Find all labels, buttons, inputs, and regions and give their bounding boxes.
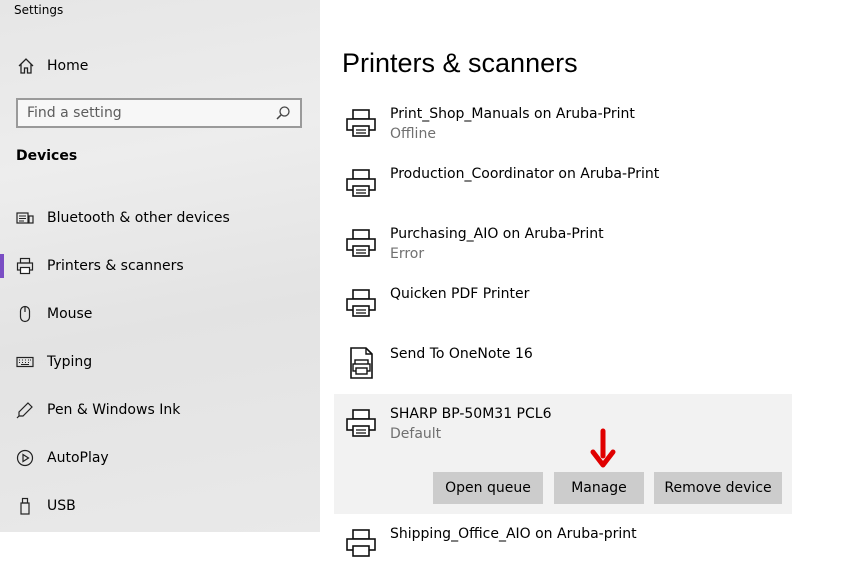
main-content: Printers & scanners Print_Shop_Manuals o… [320, 0, 844, 557]
search-box[interactable] [16, 98, 302, 128]
sidebar-item-usb[interactable]: USB [0, 486, 320, 526]
sidebar-item-label: Typing [47, 354, 93, 370]
usb-icon [15, 496, 35, 516]
page-title: Printers & scanners [342, 48, 578, 78]
printer-name: Quicken PDF Printer [390, 286, 530, 302]
autoplay-icon [15, 448, 35, 468]
home-icon [16, 56, 36, 76]
printer-status: Default [390, 426, 442, 442]
printer-icon [344, 406, 378, 440]
mouse-icon [15, 304, 35, 324]
sidebar-item-label: Mouse [47, 306, 93, 322]
printer-icon [344, 226, 378, 260]
printer-icon [344, 286, 378, 320]
onenote-printer-icon [344, 346, 378, 380]
sidebar-item-label: Pen & Windows Ink [47, 402, 181, 418]
open-queue-button[interactable]: Open queue [433, 472, 543, 504]
printer-item[interactable]: Shipping_Office_AIO on Aruba-print [334, 514, 792, 574]
printer-item[interactable]: Quicken PDF Printer [334, 274, 792, 334]
remove-device-button[interactable]: Remove device [654, 472, 782, 504]
printer-name: Print_Shop_Manuals on Aruba-Print [390, 106, 635, 122]
printer-icon [344, 106, 378, 140]
search-icon[interactable] [272, 102, 294, 124]
sidebar-item-mouse[interactable]: Mouse [0, 294, 320, 334]
printer-icon [344, 166, 378, 200]
sidebar-item-autoplay[interactable]: AutoPlay [0, 438, 320, 478]
sidebar-item-bluetooth[interactable]: Bluetooth & other devices [0, 198, 320, 238]
sidebar-item-typing[interactable]: Typing [0, 342, 320, 382]
printer-item[interactable]: Purchasing_AIO on Aruba-Print Error [334, 214, 792, 274]
sidebar-item-label: USB [47, 498, 76, 514]
printer-status: Offline [390, 126, 436, 142]
sidebar: Settings Home Devices Bluetooth & other … [0, 0, 320, 532]
home-link[interactable]: Home [16, 54, 88, 78]
printer-icon [344, 526, 378, 560]
section-title: Devices [16, 148, 78, 164]
keyboard-icon [15, 352, 35, 372]
sidebar-item-pen[interactable]: Pen & Windows Ink [0, 390, 320, 430]
home-label: Home [47, 58, 89, 74]
manage-button[interactable]: Manage [554, 472, 644, 504]
printer-status: Error [390, 246, 425, 262]
printer-name: Shipping_Office_AIO on Aruba-print [390, 526, 637, 542]
sidebar-item-label: Bluetooth & other devices [47, 210, 230, 226]
bluetooth-devices-icon [15, 208, 35, 228]
printer-name: Production_Coordinator on Aruba-Print [390, 166, 660, 182]
pen-icon [15, 400, 35, 420]
printer-item[interactable]: Production_Coordinator on Aruba-Print [334, 154, 792, 214]
printer-name: Purchasing_AIO on Aruba-Print [390, 226, 604, 242]
printer-item[interactable]: Send To OneNote 16 [334, 334, 792, 394]
red-arrow-annotation-icon [590, 428, 616, 468]
printer-name: Send To OneNote 16 [390, 346, 533, 362]
sidebar-item-label: AutoPlay [47, 450, 109, 466]
printer-item[interactable]: Print_Shop_Manuals on Aruba-Print Offlin… [334, 94, 792, 154]
printer-name: SHARP BP-50M31 PCL6 [390, 406, 552, 422]
window-title: Settings [14, 3, 64, 17]
sidebar-item-printers[interactable]: Printers & scanners [0, 246, 320, 286]
sidebar-item-label: Printers & scanners [47, 258, 184, 274]
search-input[interactable] [18, 104, 272, 122]
printer-icon [15, 256, 35, 276]
